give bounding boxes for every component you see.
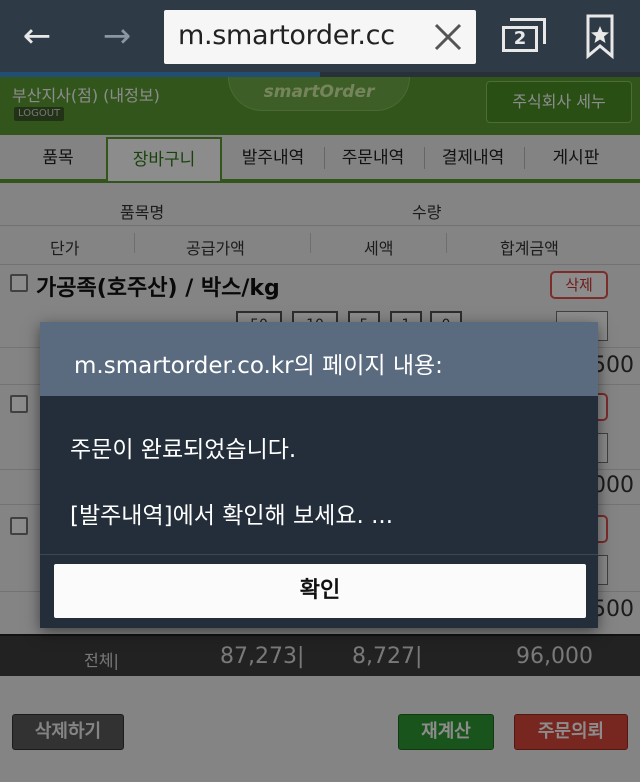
- dialog-divider: [40, 554, 598, 555]
- bookmark-icon[interactable]: [578, 12, 622, 60]
- dialog-message-line2: [발주내역]에서 확인해 보세요. ...: [70, 503, 394, 529]
- tab-switcher-button[interactable]: 2: [498, 16, 548, 56]
- tab-count: 2: [502, 26, 538, 52]
- confirm-button[interactable]: 확인: [54, 564, 586, 618]
- browser-toolbar: ← → m.smartorder.cc 2: [0, 0, 640, 72]
- url-text: m.smartorder.cc: [178, 20, 395, 51]
- dialog-message-line1: 주문이 완료되었습니다.: [70, 437, 297, 463]
- address-bar[interactable]: m.smartorder.cc: [164, 10, 476, 64]
- dialog-title: m.smartorder.co.kr의 페이지 내용:: [74, 353, 443, 379]
- forward-arrow-icon[interactable]: →: [92, 14, 142, 58]
- alert-dialog: m.smartorder.co.kr의 페이지 내용: 주문이 완료되었습니다.…: [40, 322, 598, 628]
- back-arrow-icon[interactable]: ←: [12, 14, 62, 58]
- clear-url-icon[interactable]: [428, 16, 468, 58]
- dialog-title-bar: m.smartorder.co.kr의 페이지 내용:: [40, 322, 598, 396]
